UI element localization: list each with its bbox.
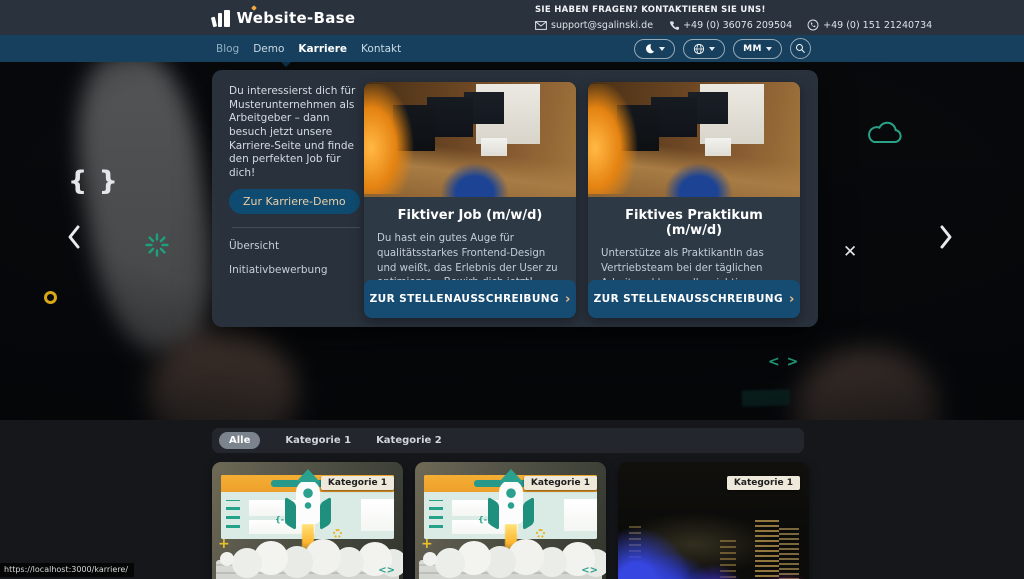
rocket-flame xyxy=(505,524,517,558)
code-brackets-icon: <> xyxy=(581,565,598,576)
carousel-prev-button[interactable] xyxy=(64,222,84,252)
ring-icon xyxy=(44,291,57,304)
phone-link[interactable]: +49 (0) 36076 209504 xyxy=(668,20,792,31)
code-brackets-icon: < > xyxy=(768,354,799,370)
spinner-icon xyxy=(144,232,170,258)
job-body: Fiktiver Job (m/w/d) Du hast ein gutes A… xyxy=(364,197,576,291)
envelope-icon xyxy=(535,21,547,30)
nav-item-kontakt[interactable]: Kontakt xyxy=(361,43,401,55)
user-initials: MM xyxy=(743,44,762,54)
whatsapp-link[interactable]: +49 (0) 151 21240734 xyxy=(807,19,932,31)
job-card: Fiktives Praktikum (m/w/d) Unterstütze a… xyxy=(588,82,800,318)
phone-icon xyxy=(668,20,679,31)
chevron-down-icon xyxy=(766,47,772,51)
email-text: support@sgalinski.de xyxy=(551,20,653,31)
whatsapp-text: +49 (0) 151 21240734 xyxy=(823,20,932,31)
sidebar-link-uebersicht[interactable]: Übersicht xyxy=(229,240,362,252)
rocket-flame xyxy=(302,524,314,558)
browser-status-url: https://localhost:3000/karriere/ xyxy=(0,563,134,577)
logo-bars-icon xyxy=(212,9,230,27)
chevron-right-icon: › xyxy=(565,292,570,307)
nav-item-demo[interactable]: Demo xyxy=(253,43,284,55)
career-sidebar: Du interessierst dich für Musterunterneh… xyxy=(229,85,362,276)
job-listing-button[interactable]: ZUR STELLENAUSSCHREIBUNG › xyxy=(588,280,800,318)
contact-row: support@sgalinski.de +49 (0) 36076 20950… xyxy=(535,19,932,31)
career-intro-text: Du interessierst dich für Musterunterneh… xyxy=(229,85,362,180)
contact-block: SIE HABEN FRAGEN? KONTAKTIEREN SIE UNS! … xyxy=(535,5,932,31)
mini-keyboard xyxy=(419,560,602,579)
globe-icon xyxy=(693,43,705,55)
content-card-rocket[interactable]: {-} + <> Kategorie 1 xyxy=(212,462,403,579)
moon-icon xyxy=(644,43,655,54)
rocket-nose xyxy=(499,469,523,482)
job-photo-workstation xyxy=(364,82,576,197)
email-link[interactable]: support@sgalinski.de xyxy=(535,20,653,31)
job-photo-workstation xyxy=(588,82,800,197)
category-badge: Kategorie 1 xyxy=(524,476,597,490)
whatsapp-icon xyxy=(807,19,819,31)
carousel-next-button[interactable] xyxy=(936,222,956,252)
content-card-rocket[interactable]: {-} + <> Kategorie 1 xyxy=(415,462,606,579)
plus-icon: + xyxy=(421,536,433,552)
career-panel: Du interessierst dich für Musterunterneh… xyxy=(212,70,818,327)
code-brackets-icon: <> xyxy=(378,565,395,576)
job-listing-button-label: ZUR STELLENAUSSCHREIBUNG xyxy=(594,293,783,305)
job-title: Fiktives Praktikum (m/w/d) xyxy=(601,208,787,238)
search-icon xyxy=(795,43,806,54)
sidebar-divider xyxy=(232,227,360,228)
job-title: Fiktiver Job (m/w/d) xyxy=(377,208,563,223)
search-button[interactable] xyxy=(790,38,811,59)
rocket-icon xyxy=(499,480,523,524)
mini-keyboard xyxy=(216,560,399,579)
smoke-clouds xyxy=(423,552,437,566)
phone-text: +49 (0) 36076 209504 xyxy=(683,20,792,31)
logo-text: Website-Base xyxy=(237,9,356,27)
mini-sun-icon xyxy=(536,529,545,538)
job-listing-button-label: ZUR STELLENAUSSCHREIBUNG xyxy=(370,293,559,305)
contact-question-label: SIE HABEN FRAGEN? KONTAKTIEREN SIE UNS! xyxy=(535,5,932,15)
top-bar: Website-Base SIE HABEN FRAGEN? KONTAKTIE… xyxy=(0,0,1024,35)
language-select[interactable] xyxy=(683,39,725,59)
plus-icon: + xyxy=(218,536,230,552)
chevron-right-icon: › xyxy=(789,292,794,307)
sidebar-link-initiativbewerbung[interactable]: Initiativbewerbung xyxy=(229,264,362,276)
chevron-down-icon xyxy=(659,47,665,51)
job-listing-button[interactable]: ZUR STELLENAUSSCHREIBUNG › xyxy=(364,280,576,318)
filter-kategorie-2[interactable]: Kategorie 2 xyxy=(376,435,442,446)
nav-links: Blog Demo Karriere Kontakt xyxy=(216,35,401,62)
mini-sun-icon xyxy=(333,529,342,538)
job-card: Fiktiver Job (m/w/d) Du hast ein gutes A… xyxy=(364,82,576,318)
smoke-clouds xyxy=(220,552,234,566)
category-badge: Kategorie 1 xyxy=(727,476,800,490)
main-nav: Blog Demo Karriere Kontakt MM xyxy=(0,35,1024,62)
rocket-nose xyxy=(296,469,320,482)
cloud-icon xyxy=(864,118,906,148)
career-demo-button[interactable]: Zur Karriere-Demo xyxy=(229,189,360,214)
cross-icon: ✕ xyxy=(843,242,857,262)
page: Website-Base SIE HABEN FRAGEN? KONTAKTIE… xyxy=(0,0,1024,579)
site-logo[interactable]: Website-Base xyxy=(212,0,355,35)
theme-toggle[interactable] xyxy=(634,39,675,59)
content-card-city[interactable]: Kategorie 1 xyxy=(618,462,809,579)
chevron-down-icon xyxy=(709,47,715,51)
category-badge: Kategorie 1 xyxy=(321,476,394,490)
filter-alle[interactable]: Alle xyxy=(219,432,260,449)
user-menu[interactable]: MM xyxy=(733,39,782,59)
nav-item-blog[interactable]: Blog xyxy=(216,43,239,55)
filter-kategorie-1[interactable]: Kategorie 1 xyxy=(285,435,351,446)
braces-icon: { } xyxy=(68,166,119,197)
nav-item-karriere[interactable]: Karriere xyxy=(298,43,347,55)
nav-controls: MM xyxy=(634,35,811,62)
category-filter-bar: Alle Kategorie 1 Kategorie 2 xyxy=(212,428,804,453)
active-nav-pointer xyxy=(281,62,291,67)
rocket-icon xyxy=(296,480,320,524)
